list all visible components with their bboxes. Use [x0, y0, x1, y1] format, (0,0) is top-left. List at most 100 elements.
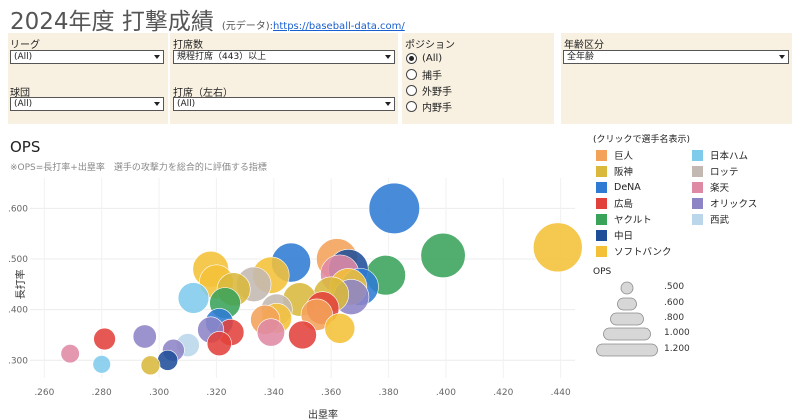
legend-swatch [692, 197, 703, 209]
position-option-all[interactable]: (All) [406, 50, 442, 66]
size-legend-label: 1.000 [664, 328, 690, 338]
team-select-value: (All) [14, 99, 33, 109]
radio-icon [406, 68, 417, 80]
legend-swatch [596, 229, 607, 241]
legend-item[interactable]: 楽天 [692, 180, 729, 194]
player-point[interactable] [177, 282, 210, 314]
age-group-filter-label: 年齢区分 [564, 40, 604, 51]
legend-swatch [596, 245, 607, 257]
player-point[interactable] [533, 222, 583, 273]
player-point[interactable] [206, 331, 232, 357]
player-point[interactable] [420, 232, 466, 279]
player-point[interactable] [256, 318, 286, 347]
player-point[interactable] [324, 313, 356, 344]
player-point[interactable] [157, 349, 179, 371]
legend-item[interactable]: 阪神 [596, 164, 633, 178]
legend-item[interactable]: ロッテ [692, 164, 739, 178]
legend-item[interactable]: 日本ハム [692, 148, 748, 162]
plate-appearances-select-value: 規程打席（443）以上 [177, 52, 267, 62]
size-legend-label: .600 [664, 298, 685, 308]
league-select-value: (All) [14, 52, 33, 62]
batting-side-select-value: (All) [177, 99, 196, 109]
legend-item[interactable]: DeNA [596, 180, 641, 194]
chevron-down-icon [154, 55, 160, 59]
position-option-label: 内野手 [422, 102, 452, 114]
position-option-infielder[interactable]: 内野手 [406, 98, 452, 114]
legend-item[interactable]: 西武 [692, 212, 729, 226]
x-axis-label: 出塁率 [308, 408, 338, 419]
page-title: 2024年度 打撃成績 [10, 9, 214, 35]
legend-swatch [596, 181, 607, 193]
position-option-label: 外野手 [422, 86, 452, 98]
player-point[interactable] [132, 324, 157, 349]
radio-selected-icon [406, 52, 417, 64]
chevron-down-icon [385, 102, 391, 106]
legend-swatch [596, 165, 607, 177]
legend-title: (クリックで選手名表示) [593, 135, 691, 145]
legend-item[interactable]: 広島 [596, 196, 633, 210]
y-tick-label: .500 [8, 255, 28, 265]
legend-item[interactable]: 巨人 [596, 148, 633, 162]
size-legend-label: .800 [664, 313, 685, 323]
legend-label: 楽天 [710, 183, 730, 194]
legend-label: 中日 [614, 231, 634, 242]
legend-swatch [692, 181, 703, 193]
size-legend-label: .500 [664, 282, 685, 292]
size-legend-mark [617, 297, 637, 311]
x-tick-label: .360 [321, 388, 341, 398]
player-point[interactable] [140, 355, 161, 376]
size-legend-mark [610, 312, 644, 326]
x-tick-label: .420 [493, 388, 513, 398]
legend-swatch [596, 197, 607, 209]
legend-item[interactable]: ヤクルト [596, 212, 652, 226]
legend-label: 巨人 [614, 151, 634, 162]
legend-item[interactable]: 中日 [596, 228, 633, 242]
legend-swatch [692, 149, 703, 161]
position-option-label: (All) [422, 52, 443, 64]
legend-label: 阪神 [614, 167, 634, 178]
player-point[interactable] [368, 182, 420, 234]
team-select[interactable]: (All) [10, 97, 164, 111]
legend-item[interactable]: ソフトバンク [596, 244, 671, 258]
age-group-select-value: 全年齢 [567, 52, 595, 62]
size-legend-mark [620, 281, 634, 295]
x-tick-label: .300 [149, 388, 169, 398]
player-point[interactable] [92, 355, 111, 374]
league-select[interactable]: (All) [10, 50, 164, 64]
legend-label: ロッテ [710, 167, 739, 178]
player-point[interactable] [60, 344, 80, 364]
scatter-chart[interactable]: .300 .400 .500 .600 .260 .280 .300 .320 .340 .360… [0, 175, 585, 419]
legend-label: DeNA [614, 181, 641, 193]
position-option-catcher[interactable]: 捕手 [406, 66, 442, 82]
age-group-select[interactable]: 全年齢 [563, 50, 789, 64]
position-filter-label: ポジション [405, 40, 455, 51]
legend-label: ソフトバンク [614, 247, 672, 258]
x-tick-label: .380 [379, 388, 399, 398]
chevron-down-icon [154, 102, 160, 106]
chart-subtitle: ※OPS=長打率+出塁率 選手の攻撃力を総合的に評価する指標 [10, 163, 267, 173]
legend-swatch [596, 213, 607, 225]
player-point[interactable] [93, 327, 116, 351]
legend-swatch [596, 149, 607, 161]
x-tick-label: .440 [551, 388, 571, 398]
radio-icon [406, 100, 417, 112]
page-header: 2024年度 打撃成績 (元データ): https://baseball-dat… [10, 2, 405, 35]
size-legend-title: OPS [593, 267, 612, 277]
source-link[interactable]: https://baseball-data.com/ [273, 21, 405, 32]
batting-side-select[interactable]: (All) [173, 97, 395, 111]
player-point[interactable] [288, 320, 317, 350]
plate-appearances-select[interactable]: 規程打席（443）以上 [173, 50, 395, 64]
x-tick-label: .400 [436, 388, 456, 398]
chart-title: OPS [10, 138, 41, 156]
y-tick-label: .600 [8, 204, 28, 214]
position-option-outfielder[interactable]: 外野手 [406, 82, 452, 98]
y-tick-label: .400 [8, 306, 28, 316]
x-tick-label: .260 [34, 388, 54, 398]
x-tick-label: .280 [92, 388, 112, 398]
legend-label: 広島 [614, 199, 634, 210]
y-axis-label: 長打率 [14, 269, 27, 299]
size-legend [596, 281, 658, 357]
size-legend-mark [603, 327, 651, 341]
legend-swatch [692, 165, 703, 177]
legend-item[interactable]: オリックス [692, 196, 757, 210]
